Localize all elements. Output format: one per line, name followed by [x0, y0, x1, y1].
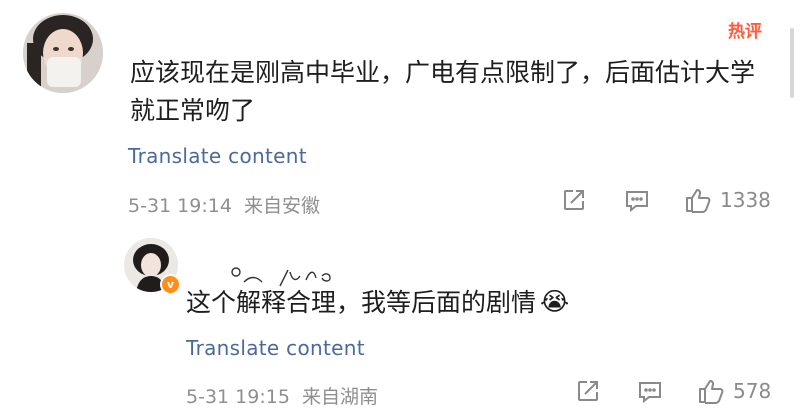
comment-text: 应该现在是刚高中毕业，广电有点限制了，后面估计大学就正常吻了: [130, 58, 756, 125]
reply-share-button[interactable]: [575, 378, 601, 404]
reply-text-content: 这个解释合理，我等后面的剧情: [186, 288, 537, 317]
scrollbar[interactable]: [790, 28, 794, 98]
timestamp: 5-31 19:14: [128, 195, 232, 217]
comment-meta: 5-31 19:14 来自安徽: [128, 191, 320, 218]
reply-meta: 5-31 19:15 来自湖南: [186, 382, 378, 409]
share-icon: [564, 190, 584, 210]
translate-link[interactable]: Translate content: [128, 144, 307, 168]
reply-text: 这个解释合理，我等后面的剧情 😭: [186, 283, 569, 319]
reply-timestamp: 5-31 19:15: [186, 386, 290, 408]
reply-like-button[interactable]: 578: [697, 377, 771, 405]
reply-like-count: 578: [733, 379, 772, 403]
like-count: 1338: [720, 188, 771, 212]
share-icon: [578, 381, 598, 401]
share-button[interactable]: [561, 187, 587, 213]
like-button[interactable]: 1338: [684, 186, 771, 214]
avatar[interactable]: [23, 13, 103, 93]
reply-location: 来自湖南: [301, 386, 378, 408]
like-icon: [686, 189, 711, 213]
hot-comment-badge: 热评: [728, 22, 762, 42]
vip-badge: v: [160, 274, 181, 295]
comment-button[interactable]: [624, 188, 650, 214]
location: 来自安徽: [243, 195, 320, 217]
reply-translate-link[interactable]: Translate content: [186, 336, 365, 360]
comment-icon: [626, 191, 648, 213]
crying-emoji: 😭: [540, 286, 570, 316]
reply-comment-button[interactable]: [637, 379, 663, 405]
like-icon: [699, 380, 724, 404]
comment-icon: [639, 382, 661, 404]
